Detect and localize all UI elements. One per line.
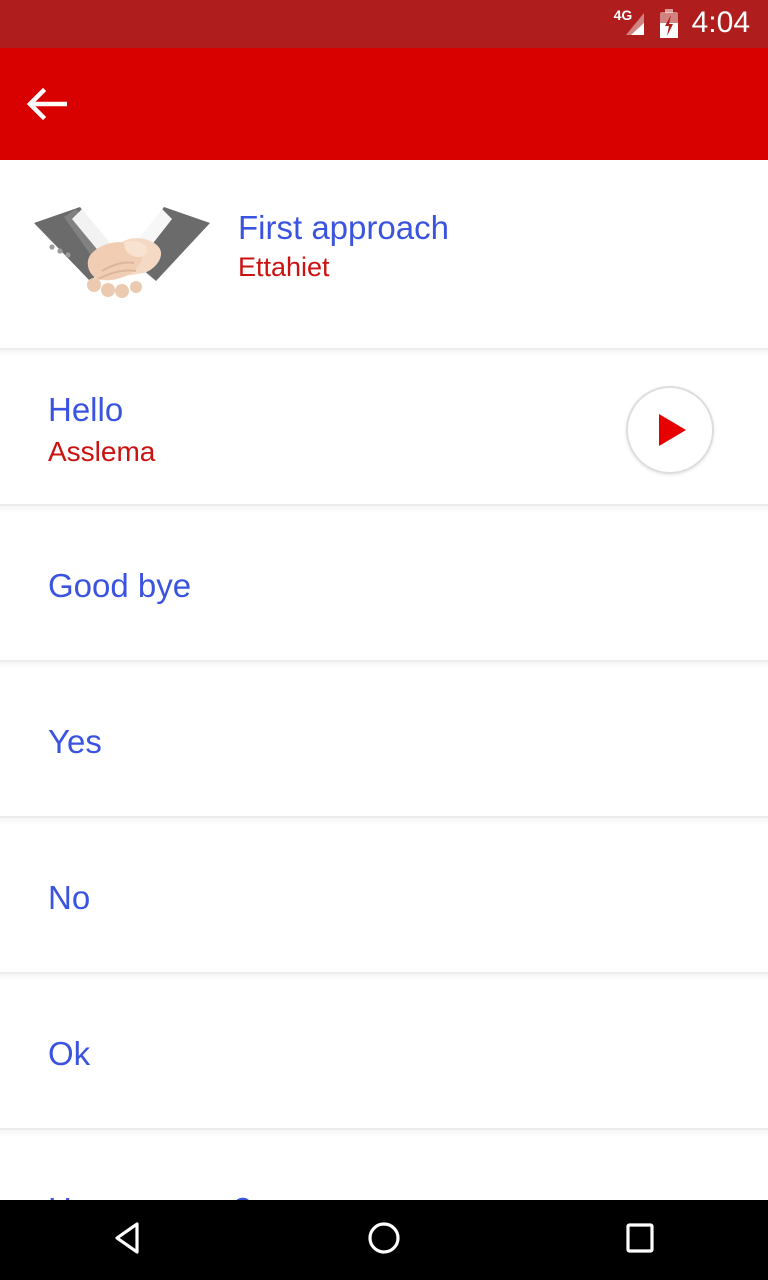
- category-header-text: First approach Ettahiet: [238, 209, 449, 297]
- category-header: First approach Ettahiet: [0, 160, 768, 348]
- nav-back-button[interactable]: [0, 1200, 256, 1280]
- list-item[interactable]: How are you?: [0, 1136, 768, 1200]
- nav-recents-button[interactable]: [512, 1200, 768, 1280]
- list-item-title: No: [48, 878, 91, 916]
- page-title: First approach: [238, 209, 449, 247]
- network-type-label: 4G: [613, 7, 633, 23]
- list-item-text: Ok: [48, 1034, 91, 1072]
- list-item-title: Yes: [48, 722, 102, 760]
- status-bar: 4G 4:04: [0, 0, 768, 48]
- nav-home-button[interactable]: [256, 1200, 512, 1280]
- list-item-translation: Asslema: [48, 436, 156, 468]
- list-item[interactable]: Yes: [0, 668, 768, 816]
- phrase-list[interactable]: First approach Ettahiet Hello Asslema Go…: [0, 160, 768, 1200]
- divider: [0, 1128, 768, 1136]
- android-navigation-bar: [0, 1200, 768, 1280]
- signal-bars-icon: 4G: [613, 7, 648, 39]
- play-button[interactable]: [626, 386, 714, 474]
- divider: [0, 972, 768, 980]
- divider: [0, 660, 768, 668]
- list-item-text: Hello Asslema: [48, 391, 155, 469]
- list-item-title: Hello: [48, 391, 124, 429]
- page-subtitle: Ettahiet: [238, 252, 330, 283]
- list-item-text: Yes: [48, 722, 102, 760]
- list-item-text: Good bye: [48, 566, 192, 604]
- list-item-text: No: [48, 878, 91, 916]
- list-item-text: How are you?: [48, 1191, 252, 1200]
- nav-back-triangle-icon: [109, 1218, 147, 1263]
- nav-recents-square-icon: [621, 1219, 659, 1262]
- play-icon: [651, 412, 690, 448]
- app-bar: [0, 48, 768, 160]
- list-item-title: How are you?: [48, 1191, 252, 1200]
- nav-home-circle-icon: [364, 1218, 404, 1263]
- battery-charging-icon: [658, 9, 680, 39]
- divider: [0, 348, 768, 356]
- divider: [0, 816, 768, 824]
- phone-screen: 4G 4:04 First approach Ettahiet Hello As…: [0, 0, 768, 1280]
- list-item-title: Ok: [48, 1034, 91, 1072]
- list-item[interactable]: No: [0, 824, 768, 972]
- handshake-illustration: [22, 179, 222, 329]
- list-item[interactable]: Hello Asslema: [0, 356, 768, 504]
- list-item[interactable]: Good bye: [0, 512, 768, 660]
- arrow-back-icon: [26, 86, 70, 122]
- clock-label: 4:04: [691, 6, 750, 39]
- list-item-title: Good bye: [48, 566, 192, 604]
- back-button[interactable]: [0, 48, 96, 160]
- divider: [0, 504, 768, 512]
- list-item[interactable]: Ok: [0, 980, 768, 1128]
